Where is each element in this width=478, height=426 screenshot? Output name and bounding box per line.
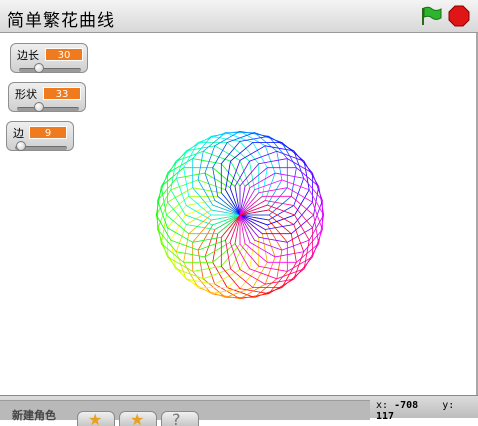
green-flag-icon[interactable] [420, 6, 442, 26]
monitor-side-length: 边长 30 [10, 43, 88, 73]
stop-sign-icon[interactable] [448, 5, 470, 27]
random-sprite-button[interactable]: ? [161, 411, 199, 426]
x-label: x: [376, 400, 389, 411]
monitor-label: 边长 [17, 49, 39, 62]
monitor-label: 边 [13, 127, 24, 140]
random-sprite-icon: ? [172, 411, 181, 426]
choose-sprite-icon: ★ [130, 411, 145, 426]
mouse-coordinates: x: -708 y: 117 [376, 400, 478, 422]
title-bar: 简单繁花曲线 [0, 0, 478, 33]
slider-knob[interactable] [34, 102, 44, 112]
y-label: y: [442, 400, 455, 411]
monitor-label: 形状 [15, 88, 37, 101]
bottom-bar: 新建角色 ★ ★ ? x: -708 y: 117 [0, 395, 478, 426]
x-value: -708 [394, 400, 419, 411]
slider-track[interactable] [19, 68, 81, 72]
project-title: 简单繁花曲线 [7, 11, 115, 31]
sprite-tab-area: 新建角色 ★ ★ ? [0, 400, 370, 426]
monitor-shape: 形状 33 [8, 82, 86, 112]
monitor-sides: 边 9 [6, 121, 74, 151]
flower-curve-drawing [155, 130, 325, 300]
slider-knob[interactable] [34, 63, 44, 73]
monitor-value: 9 [29, 126, 67, 139]
slider-knob[interactable] [16, 141, 26, 151]
stage[interactable]: 边长 30 形状 33 边 9 [0, 33, 478, 395]
new-sprite-label: 新建角色 [12, 409, 56, 422]
choose-sprite-button[interactable]: ★ [119, 411, 157, 426]
monitor-value: 33 [43, 87, 81, 100]
y-value: 117 [376, 411, 395, 422]
slider-track[interactable] [17, 107, 79, 111]
paint-new-sprite-icon: ★ [88, 411, 103, 426]
monitor-value: 30 [45, 48, 83, 61]
paint-new-sprite-button[interactable]: ★ [77, 411, 115, 426]
